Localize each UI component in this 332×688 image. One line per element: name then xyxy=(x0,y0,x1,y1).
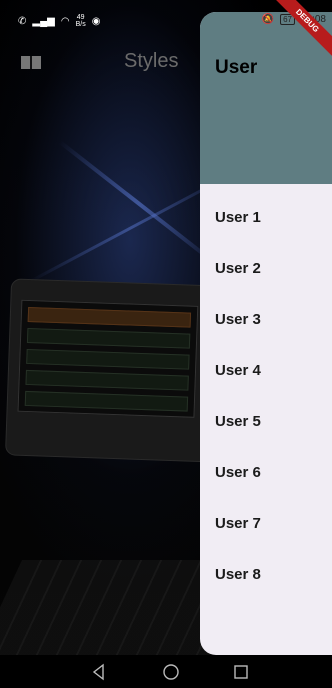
signal-icon: ▂▄▆ xyxy=(32,15,55,27)
page-title: Styles xyxy=(124,50,179,72)
drawer-header: User xyxy=(200,12,332,184)
display-row xyxy=(25,369,189,391)
home-icon[interactable] xyxy=(162,663,180,681)
drawer-item-user-7[interactable]: User 7 xyxy=(215,515,261,532)
light-beam xyxy=(58,140,219,267)
drawer-item-user-1[interactable]: User 1 xyxy=(215,209,261,226)
network-speed-value: 49 xyxy=(76,14,85,21)
messenger-icon: ◉ xyxy=(91,15,101,27)
drawer-item-user-6[interactable]: User 6 xyxy=(215,464,261,481)
drawer-item-user-3[interactable]: User 3 xyxy=(215,311,261,328)
display-row xyxy=(26,348,190,370)
mute-icon: 🔕 xyxy=(261,14,275,25)
drawer-title: User xyxy=(215,57,258,78)
keyboard-display-image xyxy=(17,299,199,418)
network-speed-unit: B/s xyxy=(75,21,86,28)
side-drawer: User User 1 User 2 User 3 User 4 User 5 … xyxy=(200,12,332,655)
display-row xyxy=(24,390,189,412)
display-row xyxy=(26,327,191,349)
network-speed: 49 B/s xyxy=(76,14,86,28)
back-icon[interactable] xyxy=(90,663,108,681)
book-icon[interactable] xyxy=(20,54,42,70)
status-left: ✆ ▂▄▆ ◠ 49 B/s ◉ xyxy=(18,14,100,28)
recents-icon[interactable] xyxy=(232,663,250,681)
drawer-item-user-8[interactable]: User 8 xyxy=(215,566,261,583)
drawer-item-user-2[interactable]: User 2 xyxy=(215,260,261,277)
drawer-item-user-4[interactable]: User 4 xyxy=(215,362,261,379)
wifi-icon: ◠ xyxy=(60,15,70,27)
display-row xyxy=(27,306,192,328)
system-nav-bar xyxy=(0,655,332,688)
app-bar: Styles xyxy=(0,40,200,84)
keyboard-panel-image xyxy=(4,278,224,463)
drawer-item-user-5[interactable]: User 5 xyxy=(215,413,261,430)
call-icon: ✆ xyxy=(18,15,27,27)
